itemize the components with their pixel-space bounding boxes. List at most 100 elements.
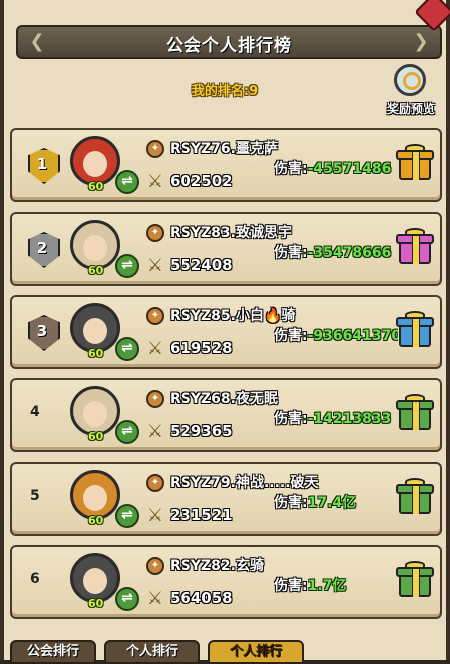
ranking-row[interactable]: 6 60 ⇌ ⚔ 564058 ✦ RSYZ82.玄骑 伤害:1.7亿 [10, 545, 442, 619]
gift-bow [405, 311, 425, 319]
rank-number: 4 [30, 404, 40, 420]
rank-badge-icon: 1 [22, 148, 62, 184]
damage-readout: 伤害:1.7亿 [274, 575, 398, 595]
damage-label: 伤害: [274, 245, 308, 261]
reward-preview-button[interactable]: 奖励预览 [378, 64, 444, 120]
damage-readout: 伤害:-936641370 [274, 325, 398, 345]
avatar[interactable] [70, 220, 120, 270]
class-icon: ✦ [146, 474, 164, 492]
avatar-face [83, 568, 107, 594]
ranking-list[interactable]: 1 60 ⇌ ⚔ 602502 ✦ RSYZ76.噩克萨 伤害:-4557148… [10, 126, 446, 660]
gift-box-icon[interactable] [396, 228, 434, 266]
rank-number: 3 [36, 322, 48, 340]
crossed-swords-icon: ⚔ [146, 338, 164, 359]
magnifier-icon [394, 64, 426, 96]
ranking-row[interactable]: 5 60 ⇌ ⚔ 231521 ✦ RSYZ79.神战.....破天 伤害:17… [10, 462, 442, 536]
swap-icon[interactable]: ⇌ [115, 254, 139, 278]
gift-bow [405, 144, 425, 152]
ranking-row[interactable]: 3 60 ⇌ ⚔ 619528 ✦ RSYZ85.小白🔥骑 伤害:-936641… [10, 295, 442, 369]
avatar[interactable] [70, 553, 120, 603]
player-name: RSYZ85.小白🔥骑 [170, 305, 295, 325]
swap-icon[interactable]: ⇌ [115, 337, 139, 361]
damage-value: 17.4亿 [307, 495, 357, 511]
swap-icon[interactable]: ⇌ [115, 504, 139, 528]
damage-value: -45571486 [307, 161, 392, 177]
damage-label: 伤害: [274, 161, 308, 177]
class-icon: ✦ [146, 307, 164, 325]
damage-value: 1.7亿 [307, 578, 347, 594]
player-name-text: RSYZ82.玄骑 [170, 558, 264, 574]
rank-number: 2 [36, 239, 48, 257]
gift-ribbon [412, 148, 420, 180]
combat-power: 619528 [170, 339, 233, 357]
tab-guild-rank[interactable]: 公会排行 [10, 640, 96, 664]
swap-icon[interactable]: ⇌ [115, 170, 139, 194]
ranking-row[interactable]: 4 60 ⇌ ⚔ 529365 ✦ RSYZ68.夜无眠 伤害:-1421383… [10, 378, 442, 452]
ranking-row[interactable]: 1 60 ⇌ ⚔ 602502 ✦ RSYZ76.噩克萨 伤害:-4557148… [10, 128, 442, 202]
rank-badge-icon: 2 [22, 232, 62, 268]
swap-icon[interactable]: ⇌ [115, 587, 139, 611]
gift-box-icon[interactable] [396, 394, 434, 432]
rank-number: 5 [30, 488, 40, 504]
swap-icon[interactable]: ⇌ [115, 420, 139, 444]
page-title: 公会个人排行榜 [166, 36, 292, 56]
player-name: RSYZ83.致诚思宇 [170, 222, 292, 242]
avatar[interactable] [70, 386, 120, 436]
crossed-swords-icon: ⚔ [146, 171, 164, 192]
crossed-swords-icon: ⚔ [146, 588, 164, 609]
combat-power: 231521 [170, 506, 233, 524]
gift-box-icon[interactable] [396, 561, 434, 599]
class-icon: ✦ [146, 557, 164, 575]
gift-box-icon[interactable] [396, 144, 434, 182]
player-name: RSYZ82.玄骑 [170, 555, 264, 575]
gift-bow [405, 228, 425, 236]
rank-badge-icon: 3 [22, 315, 62, 351]
player-name-text: RSYZ68.夜无眠 [170, 391, 278, 407]
combat-power: 602502 [170, 172, 233, 190]
player-name: RSYZ76.噩克萨 [170, 138, 278, 158]
damage-readout: 伤害:-45571486 [274, 158, 398, 178]
damage-readout: 伤害:-14213833 [274, 408, 398, 428]
gift-box-icon[interactable] [396, 311, 434, 349]
gift-ribbon [412, 482, 420, 514]
player-name-text: RSYZ76.噩克萨 [170, 141, 278, 157]
damage-label: 伤害: [274, 495, 308, 511]
gift-ribbon [412, 315, 420, 347]
reward-preview-label: 奖励预览 [386, 102, 435, 116]
player-level: 60 [88, 597, 104, 610]
combat-power: 564058 [170, 589, 233, 607]
gift-bow [405, 478, 425, 486]
avatar-face [83, 485, 107, 511]
combat-power: 552408 [170, 256, 233, 274]
player-level: 60 [88, 180, 104, 193]
rank-number: 6 [30, 571, 40, 587]
damage-label: 伤害: [274, 328, 308, 344]
avatar[interactable] [70, 470, 120, 520]
avatar-face [83, 318, 107, 344]
rank-number: 1 [36, 155, 48, 173]
player-name: RSYZ68.夜无眠 [170, 388, 278, 408]
player-level: 60 [88, 514, 104, 527]
crossed-swords-icon: ⚔ [146, 255, 164, 276]
player-name-text: RSYZ79.神战.....破天 [170, 475, 319, 491]
leaderboard-panel: ❮ 公会个人排行榜 ❯ 我的排名:9 奖励预览 1 60 ⇌ ⚔ 602502 … [0, 0, 450, 664]
tab-bar: 公会排行 个人排行 个人排行 [4, 636, 450, 664]
gift-bow [405, 394, 425, 402]
player-level: 60 [88, 264, 104, 277]
ranking-row[interactable]: 2 60 ⇌ ⚔ 552408 ✦ RSYZ83.致诚思宇 伤害:-354786… [10, 212, 442, 286]
player-name: RSYZ79.神战.....破天 [170, 472, 319, 492]
gift-ribbon [412, 398, 420, 430]
damage-value: -14213833 [307, 411, 392, 427]
avatar[interactable] [70, 136, 120, 186]
gift-box-icon[interactable] [396, 478, 434, 516]
tab-personal-rank[interactable]: 个人排行 [104, 640, 200, 664]
tab-personal-rank-active[interactable]: 个人排行 [208, 640, 304, 664]
title-bar: ❮ 公会个人排行榜 ❯ [16, 25, 442, 59]
damage-value: -35478666 [307, 245, 392, 261]
avatar-face [83, 151, 107, 177]
damage-label: 伤害: [274, 578, 308, 594]
avatar[interactable] [70, 303, 120, 353]
class-icon: ✦ [146, 140, 164, 158]
player-name-suffix: 骑 [281, 308, 296, 324]
player-level: 60 [88, 430, 104, 443]
